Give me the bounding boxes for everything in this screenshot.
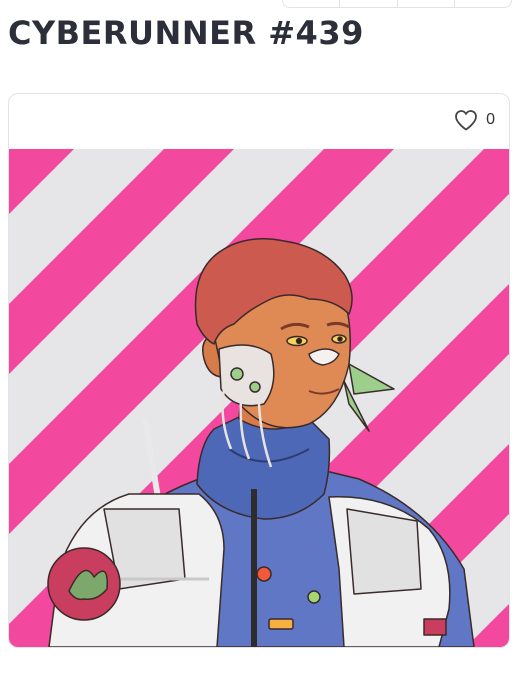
top-tab[interactable]: [340, 0, 398, 7]
nft-artwork[interactable]: [9, 149, 509, 647]
like-button[interactable]: 0: [454, 109, 495, 131]
page-title: CYBERUNNER #439: [8, 14, 364, 52]
top-tab[interactable]: [455, 0, 511, 7]
card-header: 0: [9, 94, 509, 149]
top-tab-bar: [282, 0, 512, 8]
top-tab[interactable]: [283, 0, 341, 7]
top-tab[interactable]: [398, 0, 455, 7]
heart-outline-icon[interactable]: [454, 109, 478, 131]
nft-card: 0: [8, 93, 510, 648]
like-count: 0: [486, 111, 495, 128]
